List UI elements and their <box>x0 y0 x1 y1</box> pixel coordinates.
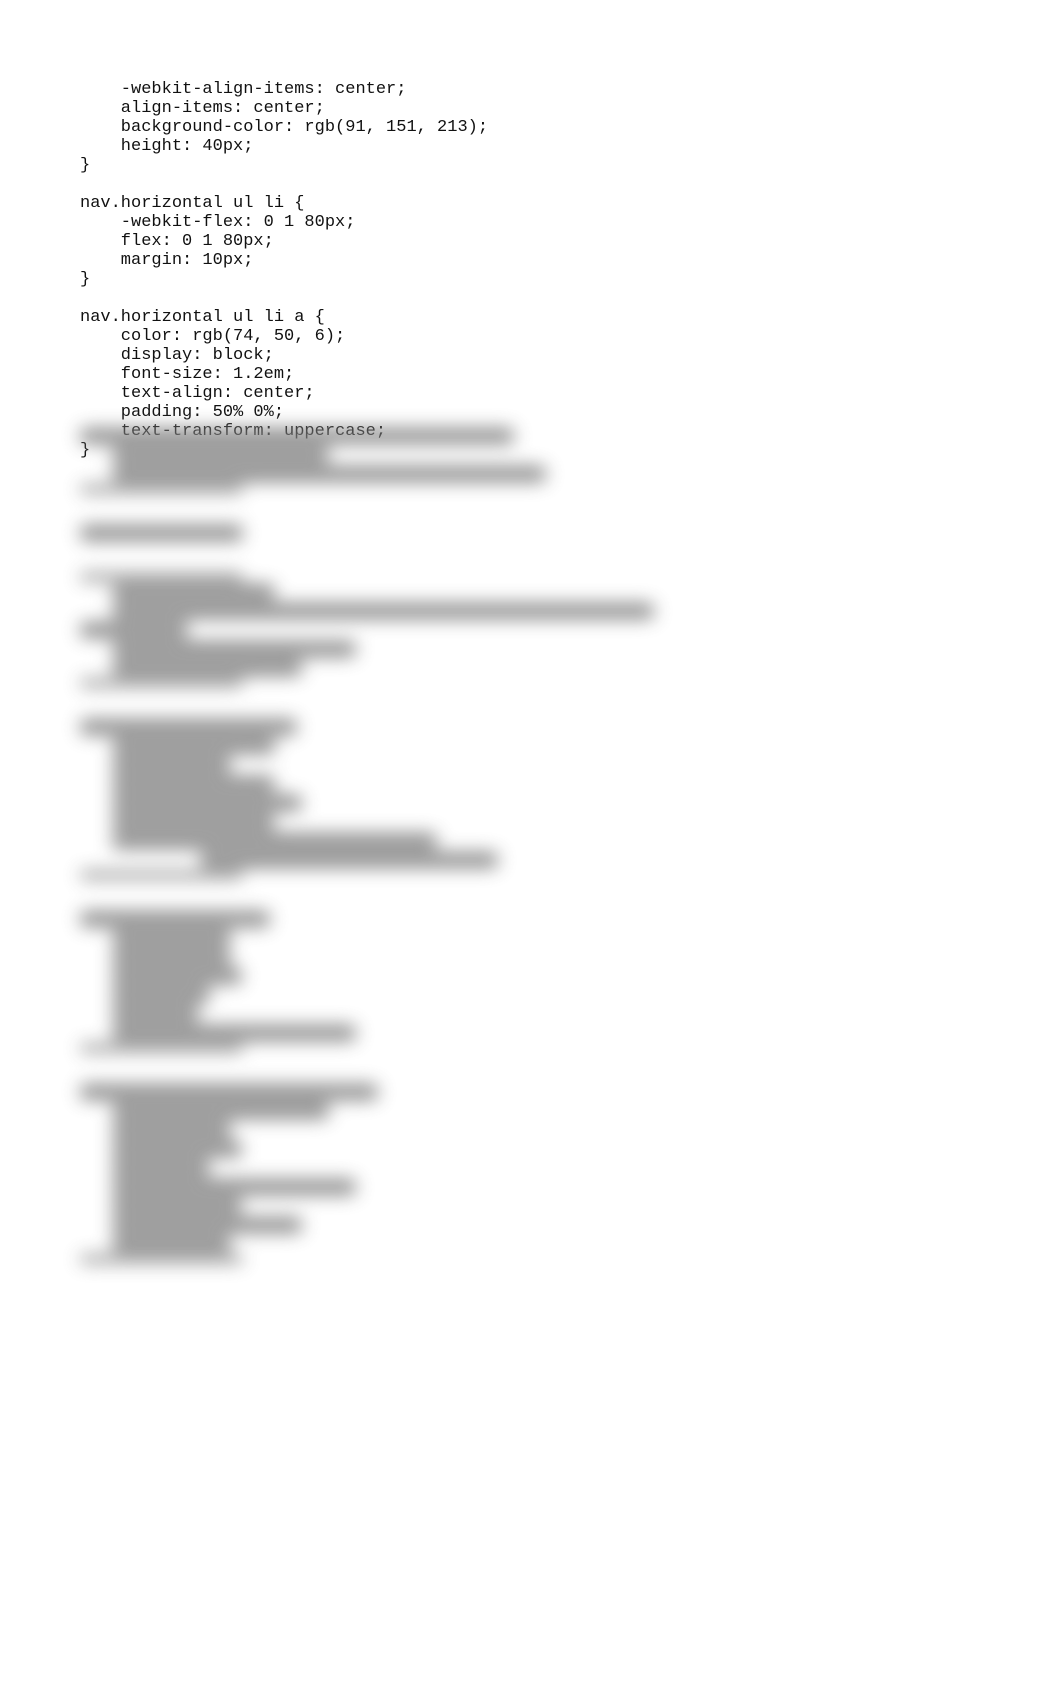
obscured-code-region <box>80 425 622 1166</box>
css-code-block: -webkit-align-items: center; align-items… <box>80 80 982 460</box>
document-page: -webkit-align-items: center; align-items… <box>0 0 1062 1686</box>
